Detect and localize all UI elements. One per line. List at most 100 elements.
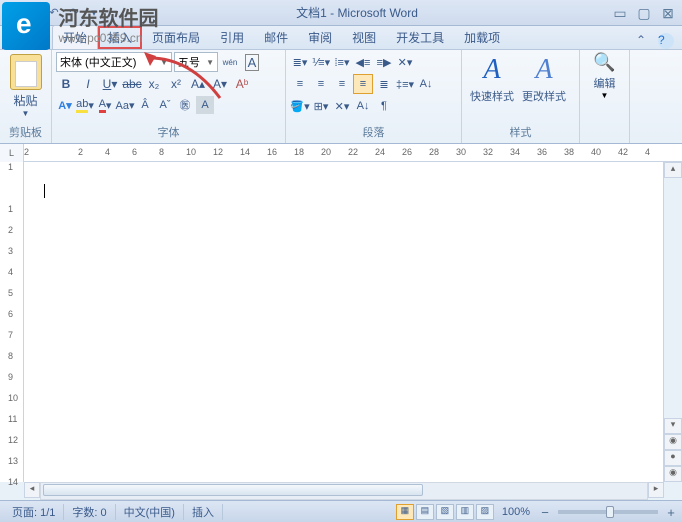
numbering-button[interactable]: ⅟≡▾ (311, 52, 331, 72)
sort-button[interactable]: A↓ (416, 74, 436, 94)
scroll-right-button[interactable]: ▸ (648, 482, 664, 498)
group-clipboard: 粘贴 ▼ 剪贴板 (0, 50, 52, 143)
scroll-down-button[interactable]: ▾ (664, 418, 682, 434)
zoom-slider-thumb[interactable] (606, 506, 614, 518)
align-right-button[interactable]: ≡ (332, 74, 352, 94)
asian-layout-button[interactable]: ✕▾ (395, 52, 415, 72)
decrease-indent-button[interactable]: ◀≡ (353, 52, 373, 72)
tab-review[interactable]: 审阅 (298, 26, 342, 49)
status-word-count[interactable]: 字数: 0 (64, 504, 115, 520)
tab-view[interactable]: 视图 (342, 26, 386, 49)
tab-page-layout[interactable]: 页面布局 (142, 26, 210, 49)
highlight-button[interactable]: ab▾ (76, 96, 94, 114)
increase-indent-button[interactable]: ≡▶ (374, 52, 394, 72)
align-left-button[interactable]: ≡ (290, 74, 310, 94)
tab-file[interactable]: 文件 (2, 26, 50, 49)
character-border-button[interactable]: A (242, 52, 262, 72)
view-print-layout-button[interactable]: ▦ (396, 504, 414, 520)
scroll-up-button[interactable]: ▴ (664, 162, 682, 178)
vscroll-track[interactable] (664, 178, 682, 418)
bold-button[interactable]: B (56, 74, 76, 94)
change-styles-button[interactable]: A 更改样式 (518, 52, 570, 104)
view-full-screen-button[interactable]: ▤ (416, 504, 434, 520)
status-language[interactable]: 中文(中国) (116, 504, 184, 520)
tab-developer[interactable]: 开发工具 (386, 26, 454, 49)
bullets-button[interactable]: ≣▾ (290, 52, 310, 72)
align-justify-button[interactable]: ≡ (353, 74, 373, 94)
phonetic-guide-button[interactable]: wén (220, 52, 240, 72)
zoom-slider[interactable] (558, 510, 658, 514)
char-shading-button[interactable]: A (196, 96, 214, 114)
zoom-in-button[interactable]: + (664, 505, 678, 519)
font-name-combo[interactable]: 宋体 (中文正文)▼ (56, 52, 172, 72)
strikethrough-button[interactable]: abc (122, 74, 142, 94)
minimize-ribbon-icon[interactable]: ⌃ (636, 33, 652, 49)
tab-references[interactable]: 引用 (210, 26, 254, 49)
subscript-button[interactable]: x₂ (144, 74, 164, 94)
font-size-combo[interactable]: 五号▼ (174, 52, 218, 72)
view-web-button[interactable]: ▧ (436, 504, 454, 520)
align-center-button[interactable]: ≡ (311, 74, 331, 94)
ruler-horizontal-area: L 22468101214161820222426283032343638404… (0, 144, 682, 162)
asian-layout2-button[interactable]: ✕▾ (332, 96, 352, 116)
hscroll-thumb[interactable] (43, 484, 423, 496)
find-button[interactable]: 🔍 编辑 ▼ (584, 52, 625, 100)
title-bar: W 💾 ↶ ↷ ▾ 文档1 - Microsoft Word ▭ ▢ ⊠ (0, 0, 682, 26)
grow-font-alt-button[interactable]: Â (136, 96, 154, 114)
sort2-button[interactable]: A↓ (353, 96, 373, 116)
tab-mailings[interactable]: 邮件 (254, 26, 298, 49)
enclose-char-button[interactable]: ㊩ (176, 96, 194, 114)
status-insert-mode[interactable]: 插入 (184, 504, 223, 520)
tab-home[interactable]: 开始 (52, 25, 98, 49)
document-page[interactable] (24, 162, 664, 482)
group-font: 宋体 (中文正文)▼ 五号▼ wén A B I U▾ abc x₂ x² A▴… (52, 50, 286, 143)
font-group-label: 字体 (56, 123, 281, 141)
zoom-out-button[interactable]: − (538, 505, 552, 519)
qat-customize-icon[interactable]: ▾ (86, 5, 102, 21)
italic-button[interactable]: I (78, 74, 98, 94)
shading-button[interactable]: 🪣▾ (290, 96, 310, 116)
paste-button[interactable]: 粘贴 ▼ (4, 52, 47, 118)
ruler-horizontal[interactable]: 2246810121416182022242628303234363840424 (24, 144, 682, 161)
word-app-icon[interactable]: W (6, 5, 22, 21)
vertical-scrollbar[interactable]: ▴ ▾ ◉ ● ◉ (664, 162, 682, 482)
minimize-button[interactable]: ▭ (612, 5, 628, 21)
qat-save-icon[interactable]: 💾 (26, 5, 42, 21)
tab-addins[interactable]: 加载项 (454, 26, 510, 49)
borders-button[interactable]: ⊞▾ (311, 96, 331, 116)
help-icon[interactable]: ? (658, 33, 674, 49)
maximize-button[interactable]: ▢ (636, 5, 652, 21)
paste-dropdown-icon[interactable]: ▼ (4, 109, 47, 118)
underline-button[interactable]: U▾ (100, 74, 120, 94)
change-case-button[interactable]: Aa▾ (116, 96, 134, 114)
next-page-button[interactable]: ◉ (664, 466, 682, 482)
superscript-button[interactable]: x² (166, 74, 186, 94)
zoom-percentage[interactable]: 100% (496, 506, 536, 518)
hscroll-track[interactable] (40, 482, 648, 500)
font-color-button[interactable]: A▾ (96, 96, 114, 114)
ruler-vertical[interactable]: 11234567891011121314 (0, 162, 24, 482)
quick-styles-button[interactable]: A 快速样式 (466, 52, 518, 104)
shrink-font-button[interactable]: A▾ (210, 74, 230, 94)
status-bar: 页面: 1/1 字数: 0 中文(中国) 插入 ▦ ▤ ▧ ▥ ▨ 100% −… (0, 500, 682, 522)
status-page[interactable]: 页面: 1/1 (4, 504, 64, 520)
close-button[interactable]: ⊠ (660, 5, 676, 21)
qat-redo-icon[interactable]: ↷ (66, 5, 82, 21)
prev-page-button[interactable]: ◉ (664, 434, 682, 450)
tab-insert[interactable]: 插入 (98, 26, 142, 49)
multilevel-list-button[interactable]: ⁞≡▾ (332, 52, 352, 72)
view-draft-button[interactable]: ▨ (476, 504, 494, 520)
view-outline-button[interactable]: ▥ (456, 504, 474, 520)
scroll-left-button[interactable]: ◂ (24, 482, 40, 498)
grow-font-button[interactable]: A▴ (188, 74, 208, 94)
ruler-corner[interactable]: L (0, 144, 24, 162)
show-marks-button[interactable]: ¶ (374, 96, 394, 116)
qat-undo-icon[interactable]: ↶ (46, 5, 62, 21)
clear-formatting-button[interactable]: Aᵇ (232, 74, 252, 94)
distribute-button[interactable]: ≣ (374, 74, 394, 94)
line-spacing-button[interactable]: ‡≡▾ (395, 74, 415, 94)
ribbon-content: 粘贴 ▼ 剪贴板 宋体 (中文正文)▼ 五号▼ wén A B I U▾ abc… (0, 50, 682, 144)
shrink-font-alt-button[interactable]: Aˇ (156, 96, 174, 114)
text-effects-button[interactable]: A▾ (56, 96, 74, 114)
browse-object-button[interactable]: ● (664, 450, 682, 466)
